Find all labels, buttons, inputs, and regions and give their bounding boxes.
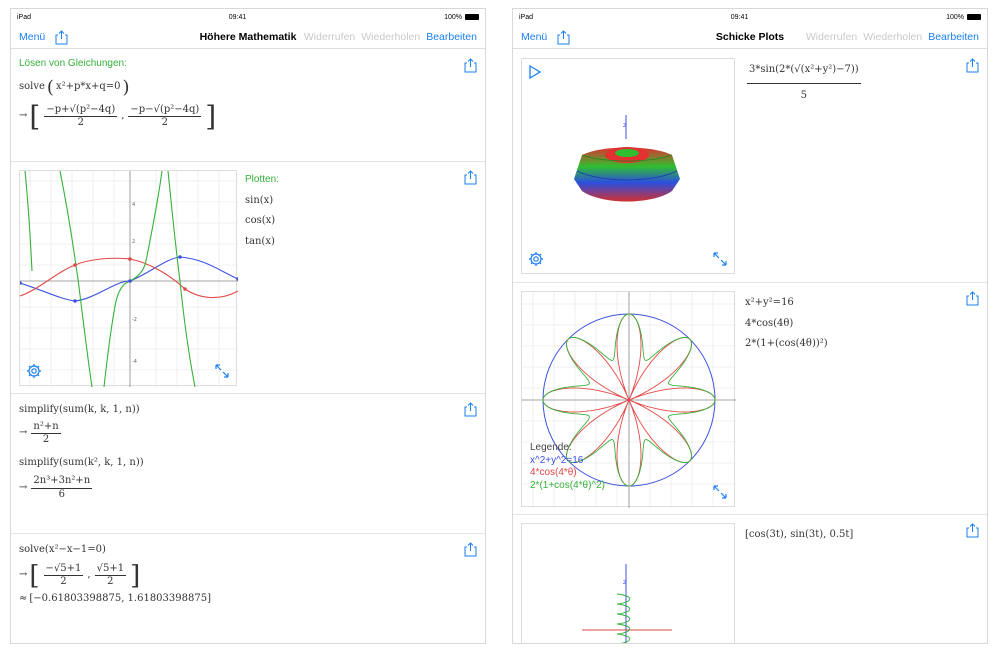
gear-icon[interactable] [528, 251, 544, 267]
share-icon[interactable] [966, 523, 979, 538]
solution-1: −p+√(p²−4q) 2 [44, 103, 118, 128]
cell-helix[interactable]: z [cos(3t), sin(3t), 0.5t] [513, 515, 987, 643]
menu-button[interactable]: Menü [521, 31, 547, 43]
status-bar: iPad 09:41 100% [513, 9, 987, 25]
cell-heading: Plotten: [245, 174, 279, 185]
share-icon[interactable] [464, 402, 477, 417]
helix-plot[interactable]: z [521, 523, 735, 643]
result-arrow: → [19, 110, 28, 122]
plot-func-sin: sin(x) [245, 194, 274, 206]
polar-expr-circle: x²+y²=16 [745, 297, 794, 308]
device-label: iPad [17, 13, 32, 21]
plot-legend: Legende: x^2+y^2=16 4*cos(4*θ) 2*(1+cos(… [530, 442, 605, 492]
polar-expr-cos-squared: 2*(1+(cos(4θ))²) [745, 338, 828, 349]
share-icon[interactable] [464, 542, 477, 557]
result-1: n²+n 2 [31, 420, 61, 445]
expand-icon[interactable] [712, 251, 728, 267]
share-icon[interactable] [966, 58, 979, 73]
trig-plot[interactable]: 4 2 -2 -4 [19, 170, 238, 387]
clock: 09:41 [730, 13, 749, 21]
gear-icon[interactable] [26, 363, 42, 379]
solution-2: √5+1 2 [94, 562, 127, 587]
page-title: Höhere Mathematik [199, 30, 297, 43]
share-icon[interactable] [966, 291, 979, 306]
undo-button[interactable]: Widerrufen [806, 31, 857, 43]
svg-text:z: z [623, 122, 626, 129]
device-label: iPad [519, 13, 534, 21]
legend-item-cos-squared: 2*(1+cos(4*θ)^2) [530, 479, 606, 491]
plot-func-cos: cos(x) [245, 215, 276, 226]
cell-simplify-sum[interactable]: simplify(sum(k, k, 1, n)) → n²+n 2 simplif… [11, 394, 485, 534]
share-icon[interactable] [557, 29, 570, 44]
solution-1: −√5+1 2 [43, 562, 84, 587]
polar-expr-rose: 4*cos(4θ) [745, 317, 794, 329]
edit-button[interactable]: Bearbeiten [426, 31, 477, 43]
play-icon[interactable] [528, 65, 542, 79]
expand-icon[interactable] [214, 363, 230, 379]
redo-button[interactable]: Wiederholen [361, 31, 420, 43]
ipad-left: iPad 09:41 100% Menü Höhere Mathematik W… [10, 8, 486, 644]
nav-bar: Menü Höhere Mathematik Widerrufen Wieder… [11, 25, 485, 49]
clock: 09:41 [228, 13, 247, 21]
cell-solve-quadratic[interactable]: Lösen von Gleichungen: solve(x²+p*x+q=0)… [11, 50, 485, 162]
svg-text:2: 2 [132, 239, 135, 245]
undo-button[interactable]: Widerrufen [304, 31, 355, 43]
plot-func-tan: tan(x) [245, 235, 275, 247]
legend-item-circle: x^2+y^2=16 [530, 454, 584, 466]
simplify-command-2: simplify(sum(k², k, 1, n)) [19, 456, 144, 468]
svg-text:z: z [623, 579, 626, 586]
expand-icon[interactable] [712, 484, 728, 500]
share-icon[interactable] [55, 29, 68, 44]
surface-plot[interactable]: z [521, 58, 735, 274]
page-title: Schicke Plots [715, 30, 785, 43]
cell-3d-surface[interactable]: z 3*sin(2*(√(x²+y²)−7)) 5 [513, 50, 987, 283]
share-icon[interactable] [464, 170, 477, 185]
helix-expression: [cos(3t), sin(3t), 0.5t] [745, 529, 854, 540]
legend-title: Legende: [530, 442, 572, 453]
legend-item-rose: 4*cos(4*θ) [530, 467, 577, 478]
battery-icon [966, 14, 981, 20]
status-bar: iPad 09:41 100% [11, 9, 485, 25]
edit-button[interactable]: Bearbeiten [928, 31, 979, 43]
polar-plot[interactable]: Legende: x^2+y^2=16 4*cos(4*θ) 2*(1+cos(… [521, 291, 736, 508]
battery-indicator: 100% [444, 14, 479, 21]
share-icon[interactable] [464, 58, 477, 73]
simplify-command-1: simplify(sum(k, k, 1, n)) [19, 404, 140, 415]
svg-text:-2: -2 [132, 317, 137, 323]
solution-2: −p−√(p²−4q) 2 [128, 103, 202, 128]
redo-button[interactable]: Wiederholen [863, 31, 922, 43]
svg-text:4: 4 [132, 202, 135, 208]
cell-plot-trig[interactable]: 4 2 -2 -4 Plotten: sin(x) cos(x) tan(x) [11, 162, 485, 394]
menu-button[interactable]: Menü [19, 31, 45, 43]
nav-bar: Menü Schicke Plots Widerrufen Wiederhole… [513, 25, 987, 49]
svg-text:-4: -4 [132, 359, 137, 365]
equation: x²+p*x+q=0 [55, 81, 121, 93]
cell-solve-golden[interactable]: solve(x²−x−1=0) → [ −√5+1 2 , √5+1 2 ] ≈ [−… [11, 534, 485, 643]
ipad-right: iPad 09:41 100% Menü Schicke Plots Wider… [512, 8, 988, 644]
battery-icon [464, 14, 479, 20]
surface-expression: 3*sin(2*(√(x²+y²)−7)) 5 [747, 64, 861, 101]
approx-value: [−0.61803398875, 1.61803398875] [29, 592, 211, 604]
result-2: 2n³+3n²+n 6 [31, 475, 93, 500]
cell-heading: Lösen von Gleichungen: [19, 58, 127, 69]
battery-indicator: 100% [946, 14, 981, 21]
cell-polar-plot[interactable]: Legende: x^2+y^2=16 4*cos(4*θ) 2*(1+cos(… [513, 283, 987, 515]
solve-command: solve [19, 81, 45, 93]
solve-command: solve(x²−x−1=0) [19, 544, 106, 555]
